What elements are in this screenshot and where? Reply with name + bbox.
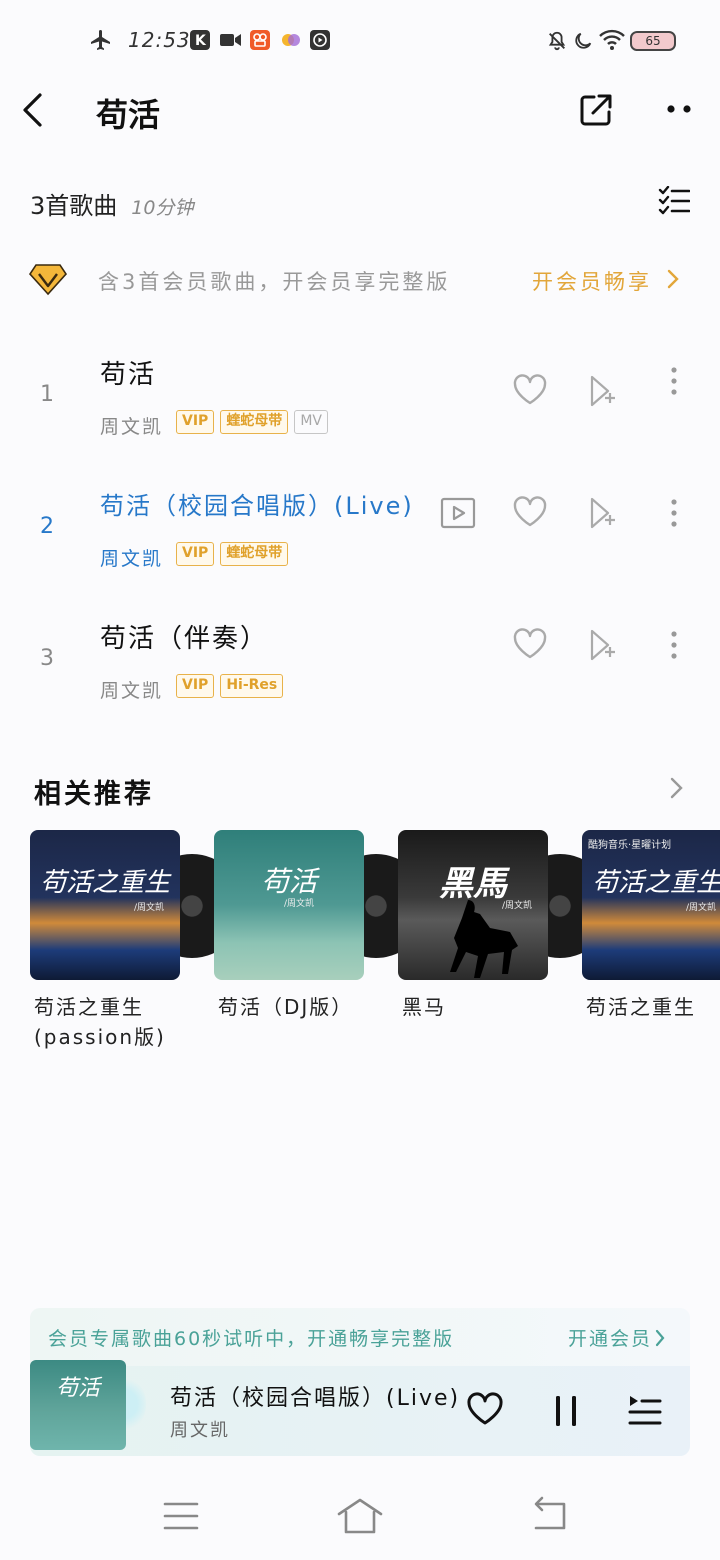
related-card-title: 黑马	[402, 995, 446, 1019]
play-notification-icon	[310, 30, 330, 50]
player-song-title: 苟活（校园合唱版）(Live)	[170, 1386, 461, 1411]
song-tags: VIP Hi-Res	[176, 674, 284, 698]
song-index: 3	[40, 646, 54, 671]
kuaishou-notification-icon	[250, 30, 270, 50]
trial-banner[interactable]: 会员专属歌曲60秒试听中，开通畅享完整版 开通会员	[30, 1308, 690, 1366]
album-cover: 黑馬 /周文凯	[398, 830, 548, 980]
song-row[interactable]: 1 苟活 周文凯 VIP 蝰蛇母带 MV	[0, 340, 720, 470]
add-to-playlist-icon[interactable]	[588, 374, 618, 408]
cover-title-text: 苟活之重生	[591, 868, 720, 898]
song-artist: 周文凯	[100, 416, 164, 438]
song-title: 苟活	[100, 360, 157, 390]
do-not-disturb-moon-icon	[575, 32, 592, 49]
battery-indicator: 65	[630, 31, 676, 51]
share-icon[interactable]	[578, 92, 614, 128]
hi-res-tag: Hi-Res	[220, 674, 284, 698]
related-card-title: 苟活（DJ版）	[218, 995, 354, 1019]
airplane-mode-icon	[91, 30, 110, 50]
wifi-icon	[599, 29, 625, 50]
heart-icon[interactable]	[512, 374, 548, 406]
back-icon[interactable]	[20, 92, 46, 128]
song-title: 苟活（伴奏）	[100, 624, 269, 654]
trial-banner-text: 会员专属歌曲60秒试听中，开通畅享完整版	[48, 1328, 455, 1350]
cover-artist-text: /周文凯	[133, 903, 164, 913]
cover-artist-text: /周文凯	[283, 899, 314, 909]
song-more-icon[interactable]	[668, 366, 680, 396]
cover-title-text: 苟活之重生	[39, 868, 170, 898]
vip-diamond-icon	[28, 264, 68, 296]
song-row[interactable]: 2 苟活（校园合唱版）(Live) 周文凯 VIP 蝰蛇母带	[0, 472, 720, 602]
cover-artist-text: /周文凯	[685, 903, 716, 913]
vip-tag: VIP	[176, 542, 215, 566]
viper-master-tag: 蝰蛇母带	[220, 410, 289, 434]
status-bar: 12:53 K 65	[0, 22, 720, 58]
mv-tag[interactable]: MV	[294, 410, 328, 434]
album-cover: 酷狗音乐·星曜计划 苟活之重生 /周文凯	[582, 830, 720, 980]
song-tags: VIP 蝰蛇母带	[176, 542, 289, 566]
chevron-right-icon	[667, 269, 679, 289]
heart-icon[interactable]	[512, 496, 548, 528]
related-section-title: 相关推荐	[34, 779, 154, 810]
app-notification-icon	[282, 34, 300, 46]
song-artist: 周文凯	[100, 548, 164, 570]
related-card-title: 苟活之重生(passion版)	[34, 995, 166, 1049]
nav-menu-icon[interactable]	[162, 1496, 200, 1536]
viper-master-tag: 蝰蛇母带	[220, 542, 289, 566]
mute-bell-icon	[548, 31, 566, 51]
add-to-playlist-icon[interactable]	[588, 628, 618, 662]
vip-tag: VIP	[176, 674, 215, 698]
related-card[interactable]: 酷狗音乐·星曜计划 苟活之重生 /周文凯 苟活之重生	[582, 830, 720, 1040]
vip-tag: VIP	[176, 410, 215, 434]
song-more-icon[interactable]	[668, 498, 680, 528]
cover-title-text: 苟活	[260, 865, 317, 898]
related-more-chevron-icon[interactable]	[668, 776, 684, 800]
video-camera-icon	[220, 34, 241, 46]
page-title: 苟活	[96, 96, 161, 134]
player-song-artist: 周文凯	[170, 1420, 230, 1441]
player-cover-text: 苟活	[55, 1376, 100, 1401]
heart-icon[interactable]	[512, 628, 548, 660]
album-cover: 苟活 /周文凯	[214, 830, 364, 980]
song-count: 3首歌曲	[30, 192, 118, 220]
song-index: 2	[40, 514, 54, 539]
song-artist: 周文凯	[100, 680, 164, 702]
total-duration: 10分钟	[131, 197, 194, 219]
album-cover: 苟活之重生 /周文凯	[30, 830, 180, 980]
kugou-notification-icon: K	[190, 30, 210, 50]
song-title: 苟活（校园合唱版）(Live)	[100, 492, 414, 520]
vip-banner-text: 含3首会员歌曲，开会员享完整版	[98, 270, 451, 294]
multi-select-list-icon[interactable]	[658, 186, 690, 216]
nav-back-icon[interactable]	[528, 1496, 570, 1536]
song-row[interactable]: 3 苟活（伴奏） 周文凯 VIP Hi-Res	[0, 604, 720, 734]
song-more-icon[interactable]	[668, 630, 680, 660]
clock: 12:53	[128, 28, 191, 52]
trial-banner-cta[interactable]: 开通会员	[568, 1324, 652, 1351]
more-icon[interactable]	[664, 102, 696, 116]
song-tags: VIP 蝰蛇母带 MV	[176, 410, 328, 434]
playlist-queue-icon[interactable]	[628, 1394, 662, 1426]
player-album-cover[interactable]: 苟活	[30, 1360, 126, 1450]
vip-banner[interactable]: 含3首会员歌曲，开会员享完整版 开会员畅享	[0, 258, 720, 302]
horse-rider-silhouette	[450, 900, 518, 978]
related-card-title: 苟活之重生	[586, 995, 696, 1019]
video-icon[interactable]	[440, 496, 476, 530]
chevron-right-icon	[655, 1329, 665, 1347]
add-to-playlist-icon[interactable]	[588, 496, 618, 530]
pause-icon[interactable]	[552, 1394, 580, 1428]
song-index: 1	[40, 382, 54, 407]
nav-home-icon[interactable]	[336, 1496, 384, 1536]
song-count-header: 3首歌曲 10分钟	[30, 186, 193, 221]
player-heart-icon[interactable]	[466, 1392, 504, 1426]
cover-label-text: 酷狗音乐·星曜计划	[588, 840, 672, 851]
svg-text:K: K	[195, 33, 207, 49]
vip-banner-cta[interactable]: 开会员畅享	[532, 266, 652, 296]
